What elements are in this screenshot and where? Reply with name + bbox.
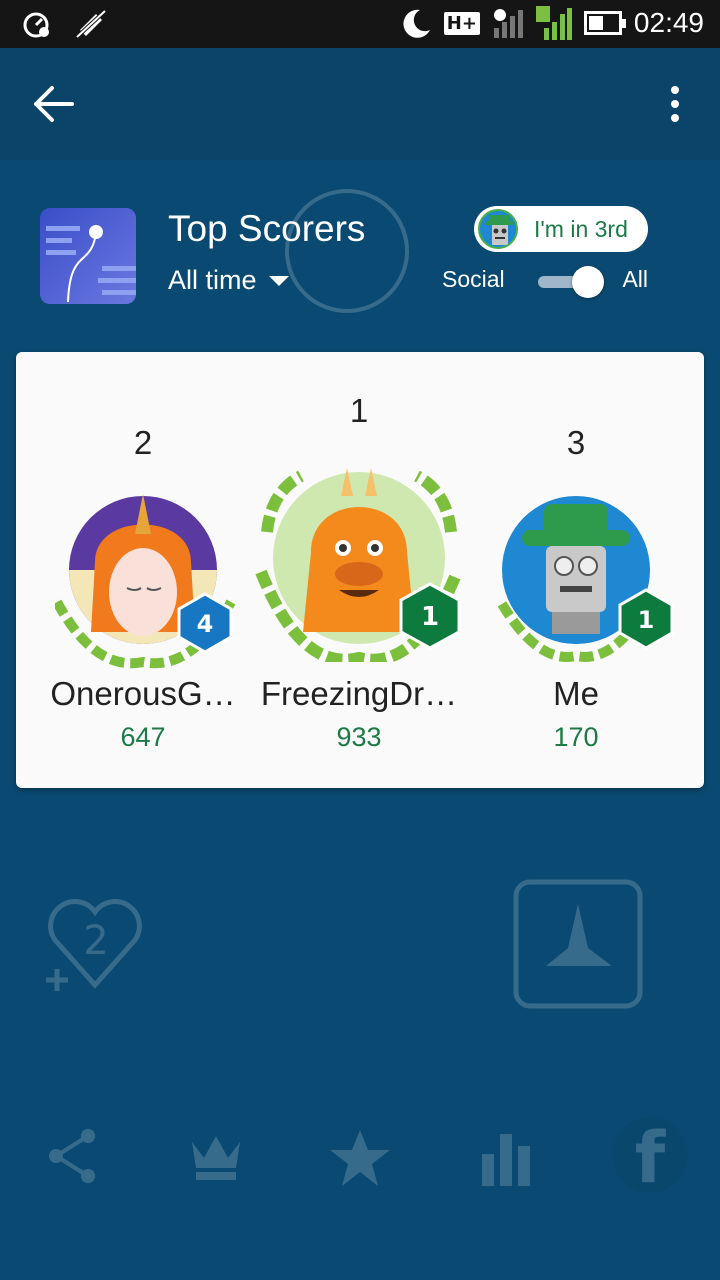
player-name: OnerousG… bbox=[50, 675, 236, 712]
level-badge: 1 bbox=[399, 582, 461, 650]
svg-text:1: 1 bbox=[638, 606, 655, 634]
place-number: 3 bbox=[566, 424, 586, 461]
moon-icon bbox=[403, 9, 430, 38]
player-score: 933 bbox=[336, 722, 382, 752]
time-filter-label: All time bbox=[168, 265, 257, 295]
player-name: Me bbox=[553, 675, 599, 712]
my-rank-button[interactable]: I'm in 3rd bbox=[474, 206, 648, 252]
game-icon bbox=[40, 208, 136, 304]
svg-text:f: f bbox=[635, 1117, 667, 1199]
clock: 02:49 bbox=[633, 7, 704, 38]
player-score: 170 bbox=[553, 722, 599, 752]
toggle-knob[interactable] bbox=[572, 266, 604, 298]
podium-entry-1[interactable]: 1 1 FreezingDr… 933 bbox=[251, 352, 467, 788]
svg-text:4: 4 bbox=[197, 610, 214, 638]
robot-avatar-icon bbox=[478, 209, 518, 249]
facebook-icon: f bbox=[612, 1117, 688, 1199]
avatar: 1 bbox=[497, 494, 678, 668]
battery-icon bbox=[583, 11, 626, 35]
more-vert-icon[interactable] bbox=[660, 84, 690, 124]
place-number: 1 bbox=[349, 392, 369, 429]
player-score: 647 bbox=[120, 722, 166, 752]
podium-entry-3[interactable]: 3 1 Me 170 bbox=[468, 352, 684, 788]
back-arrow-icon[interactable] bbox=[32, 84, 80, 124]
heart-lives-icon: 2 bbox=[46, 899, 142, 991]
time-filter-dropdown[interactable]: All time bbox=[168, 265, 289, 296]
status-bar: H+ 02:49 bbox=[0, 0, 720, 48]
avatar: 1 bbox=[251, 462, 471, 666]
network-type: H+ bbox=[443, 11, 480, 35]
level-badge: 4 bbox=[177, 592, 233, 654]
ring-decoration bbox=[285, 189, 409, 313]
podium-card: 2 4 OnerousG… 647 1 1 FreezingDr… 933 3 … bbox=[16, 352, 704, 788]
star-icon bbox=[330, 1130, 390, 1186]
page-title: Top Scorers bbox=[168, 208, 366, 249]
avatar: 4 bbox=[52, 492, 245, 676]
social-all-toggle[interactable]: Social All bbox=[442, 264, 652, 300]
toggle-all-label: All bbox=[622, 266, 648, 292]
svg-text:2: 2 bbox=[83, 918, 108, 964]
player-name: FreezingDr… bbox=[260, 675, 458, 712]
mute-icon bbox=[75, 9, 107, 39]
signal-icon-2 bbox=[535, 6, 572, 40]
svg-text:1: 1 bbox=[421, 602, 439, 632]
my-rank-label: I'm in 3rd bbox=[534, 215, 628, 242]
level-badge: 1 bbox=[618, 588, 674, 650]
signal-icon-1 bbox=[493, 9, 523, 38]
place-number: 2 bbox=[133, 424, 153, 461]
podium-entry-2[interactable]: 2 4 OnerousG… 647 bbox=[35, 352, 251, 788]
speed-icon bbox=[23, 12, 49, 38]
toggle-social-label: Social bbox=[442, 266, 505, 292]
ship-select-icon bbox=[513, 879, 643, 1009]
crown-icon bbox=[192, 1136, 240, 1180]
app-bar bbox=[0, 48, 720, 160]
chevron-down-icon bbox=[268, 275, 289, 286]
bar-chart-icon bbox=[482, 1134, 530, 1186]
share-icon bbox=[49, 1129, 95, 1183]
